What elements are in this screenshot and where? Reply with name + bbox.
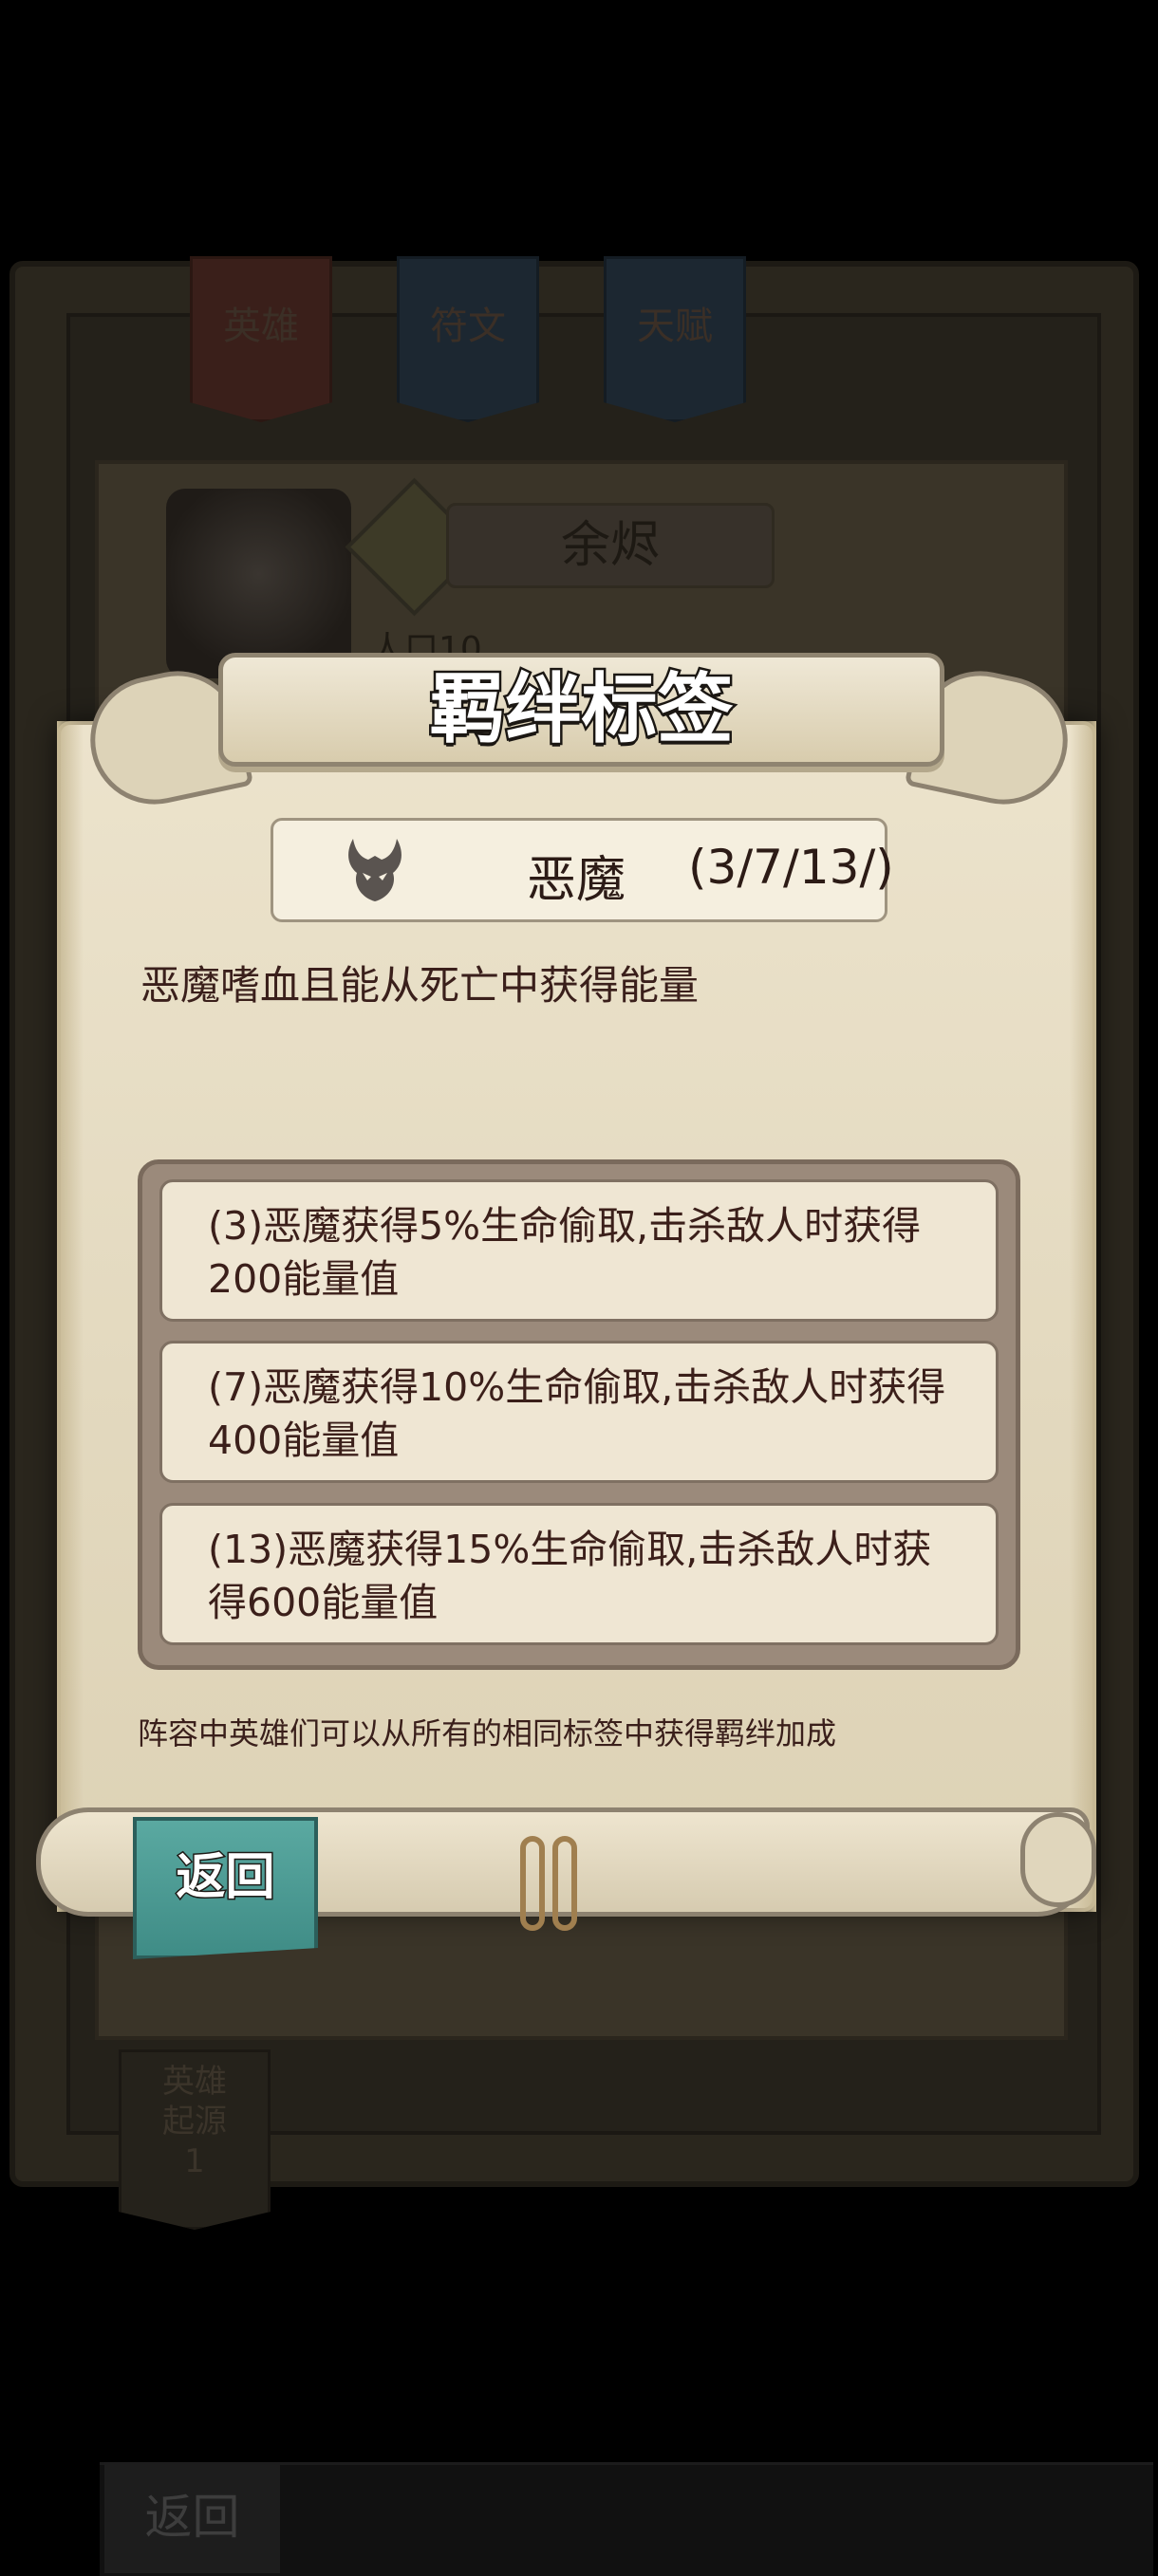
tab-hero-origin-line1: 英雄 xyxy=(162,2063,227,2101)
bonus-text-line2: 得600能量值 xyxy=(208,1580,439,1625)
scroll-ring xyxy=(552,1836,577,1931)
tab-hero-origin-line2: 起源 xyxy=(162,2103,227,2140)
tab-runes[interactable]: 符文 xyxy=(397,256,539,422)
tab-hero-origin-line3: 1 xyxy=(184,2142,205,2180)
scroll-end-curl xyxy=(1020,1812,1096,1907)
demon-horns-icon xyxy=(348,839,402,901)
return-button[interactable]: 返回 xyxy=(133,1817,318,1959)
hero-name: 余烬 xyxy=(446,503,775,588)
background-return-button[interactable]: 返回 xyxy=(104,2462,280,2573)
tab-talents[interactable]: 天赋 xyxy=(604,256,746,422)
scroll-ring xyxy=(520,1836,545,1931)
bonus-text-line1: (7)恶魔获得10%生命偷取,击杀敌人时获得 xyxy=(208,1364,946,1410)
tab-hero-origin[interactable]: 英雄 起源 1 xyxy=(119,2049,271,2230)
bonus-text-line1: (13)恶魔获得15%生命偷取,击杀敌人时获 xyxy=(208,1527,932,1572)
dialog-title: 羁绊标签 xyxy=(427,663,736,756)
hero-portrait xyxy=(166,489,351,678)
bonus-card: (13)恶魔获得15%生命偷取,击杀敌人时获 得600能量值 xyxy=(159,1503,999,1645)
tag-description: 恶魔嗜血且能从死亡中获得能量 xyxy=(140,962,700,1009)
dialog-edge-right xyxy=(1070,721,1096,1912)
footer-note: 阵容中英雄们可以从所有的相同标签中获得羁绊加成 xyxy=(138,1715,837,1751)
bonus-text-line2: 400能量值 xyxy=(208,1418,400,1463)
dialog-edge-left xyxy=(57,721,84,1912)
tag-count: (3/7/13/) xyxy=(688,840,894,895)
bonus-text-line1: (3)恶魔获得5%生命偷取,击杀敌人时获得 xyxy=(208,1203,922,1249)
bonus-card: (7)恶魔获得10%生命偷取,击杀敌人时获得 400能量值 xyxy=(159,1341,999,1483)
tag-name: 恶魔 xyxy=(527,852,626,909)
bonus-text-line2: 200能量值 xyxy=(208,1256,400,1302)
tab-heroes[interactable]: 英雄 xyxy=(190,256,332,422)
bonus-card: (3)恶魔获得5%生命偷取,击杀敌人时获得 200能量值 xyxy=(159,1179,999,1322)
